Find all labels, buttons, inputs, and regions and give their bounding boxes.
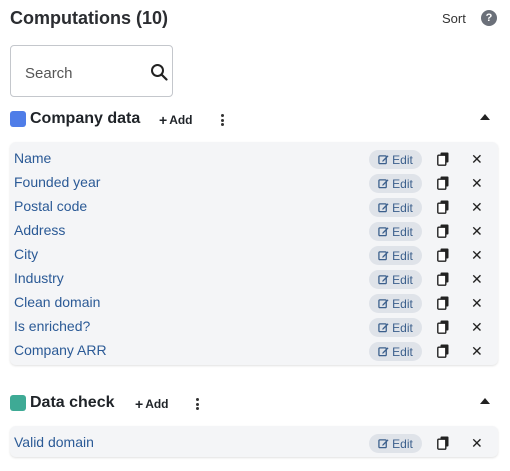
add-label: Add	[169, 113, 193, 127]
edit-button[interactable]: Edit	[369, 294, 422, 313]
chevron-up-icon[interactable]	[480, 398, 490, 404]
delete-icon[interactable]: ✕	[471, 151, 483, 167]
delete-icon[interactable]: ✕	[471, 247, 483, 263]
edit-label: Edit	[392, 200, 413, 215]
group-title: Company data	[30, 110, 141, 127]
computations-panel: Computations (10) Sort ? Company data + …	[0, 0, 510, 471]
group-list-data-check: Valid domain Edit ✕	[10, 426, 498, 457]
group-header-company-data: Company data	[10, 108, 140, 130]
copy-icon[interactable]	[437, 200, 449, 214]
kebab-menu-icon[interactable]	[217, 113, 227, 127]
delete-icon[interactable]: ✕	[471, 175, 483, 191]
computation-row: Clean domain Edit ✕	[10, 291, 498, 315]
computation-name[interactable]: Clean domain	[14, 294, 100, 310]
edit-label: Edit	[392, 296, 413, 311]
delete-icon[interactable]: ✕	[471, 199, 483, 215]
computation-name[interactable]: Postal code	[14, 198, 87, 214]
edit-label: Edit	[392, 320, 413, 335]
plus-icon: +	[159, 112, 168, 128]
edit-button[interactable]: Edit	[369, 150, 422, 169]
copy-icon[interactable]	[437, 344, 449, 358]
edit-icon	[378, 439, 389, 449]
edit-button[interactable]: Edit	[369, 270, 422, 289]
computation-name[interactable]: Company ARR	[14, 342, 107, 358]
search-box	[10, 45, 173, 97]
computation-row: Founded year Edit ✕	[10, 171, 498, 195]
edit-label: Edit	[392, 176, 413, 191]
computation-row: Postal code Edit ✕	[10, 195, 498, 219]
chevron-up-icon[interactable]	[480, 114, 490, 120]
computation-name[interactable]: Valid domain	[14, 434, 94, 450]
copy-icon[interactable]	[437, 152, 449, 166]
sort-button[interactable]: Sort	[442, 11, 466, 26]
copy-icon[interactable]	[437, 436, 449, 450]
group-color-swatch	[10, 395, 26, 411]
search-icon[interactable]	[150, 63, 168, 81]
edit-icon	[378, 347, 389, 357]
computation-row: Industry Edit ✕	[10, 267, 498, 291]
computation-name[interactable]: Founded year	[14, 174, 100, 190]
group-title: Data check	[30, 394, 115, 411]
group-header-data-check: Data check	[10, 392, 115, 414]
copy-icon[interactable]	[437, 296, 449, 310]
computation-row: Valid domain Edit ✕	[10, 431, 498, 455]
edit-icon	[378, 323, 389, 333]
edit-icon	[378, 251, 389, 261]
edit-icon	[378, 227, 389, 237]
edit-label: Edit	[392, 224, 413, 239]
edit-icon	[378, 299, 389, 309]
edit-button[interactable]: Edit	[369, 198, 422, 217]
kebab-menu-icon[interactable]	[192, 397, 202, 411]
plus-icon: +	[135, 396, 144, 412]
copy-icon[interactable]	[437, 272, 449, 286]
edit-button[interactable]: Edit	[369, 318, 422, 337]
edit-label: Edit	[392, 436, 413, 451]
delete-icon[interactable]: ✕	[471, 271, 483, 287]
group-list-company-data: Name Edit ✕ Founded year Edit ✕ Postal c…	[10, 142, 498, 365]
computation-name[interactable]: Address	[14, 222, 65, 238]
edit-button[interactable]: Edit	[369, 222, 422, 241]
add-computation-button[interactable]: + Add	[159, 112, 193, 128]
computation-name[interactable]: City	[14, 246, 38, 262]
help-icon[interactable]: ?	[481, 10, 497, 26]
delete-icon[interactable]: ✕	[471, 319, 483, 335]
edit-button[interactable]: Edit	[369, 174, 422, 193]
edit-icon	[378, 275, 389, 285]
add-label: Add	[145, 397, 169, 411]
search-input[interactable]	[25, 62, 135, 84]
delete-icon[interactable]: ✕	[471, 435, 483, 451]
computation-row: Company ARR Edit ✕	[10, 339, 498, 363]
edit-label: Edit	[392, 152, 413, 167]
panel-title: Computations (10)	[10, 8, 169, 28]
copy-icon[interactable]	[437, 176, 449, 190]
group-color-swatch	[10, 111, 26, 127]
computation-row: Is enriched? Edit ✕	[10, 315, 498, 339]
computation-name[interactable]: Industry	[14, 270, 64, 286]
computation-row: Address Edit ✕	[10, 219, 498, 243]
edit-button[interactable]: Edit	[369, 246, 422, 265]
add-computation-button[interactable]: + Add	[135, 396, 169, 412]
edit-label: Edit	[392, 272, 413, 287]
edit-icon	[378, 155, 389, 165]
edit-label: Edit	[392, 344, 413, 359]
edit-label: Edit	[392, 248, 413, 263]
computation-name[interactable]: Name	[14, 150, 51, 166]
computation-name[interactable]: Is enriched?	[14, 318, 90, 334]
edit-button[interactable]: Edit	[369, 342, 422, 361]
copy-icon[interactable]	[437, 248, 449, 262]
edit-icon	[378, 179, 389, 189]
copy-icon[interactable]	[437, 224, 449, 238]
edit-button[interactable]: Edit	[369, 434, 422, 453]
computation-row: City Edit ✕	[10, 243, 498, 267]
edit-icon	[378, 203, 389, 213]
delete-icon[interactable]: ✕	[471, 343, 483, 359]
delete-icon[interactable]: ✕	[471, 295, 483, 311]
computation-row: Name Edit ✕	[10, 147, 498, 171]
delete-icon[interactable]: ✕	[471, 223, 483, 239]
copy-icon[interactable]	[437, 320, 449, 334]
